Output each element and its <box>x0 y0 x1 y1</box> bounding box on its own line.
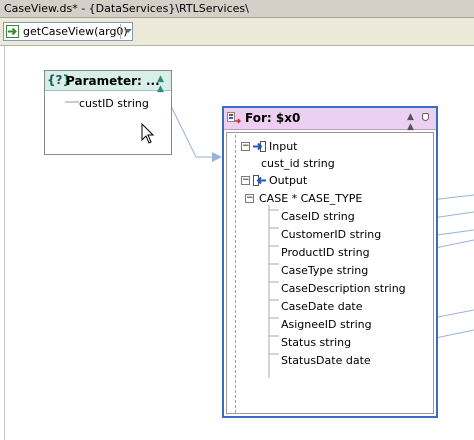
field-customerid[interactable]: CustomerID string <box>281 228 381 241</box>
field-asigneeid[interactable]: AsigneeID string <box>281 318 372 331</box>
input-arrow-icon <box>253 141 266 152</box>
case-tree-lines <box>268 205 279 378</box>
for-loop-icon <box>227 112 241 124</box>
tree-line <box>65 101 79 103</box>
output-label: Output <box>269 174 308 187</box>
collapse-chevron-icon[interactable]: ▲ ▲ <box>157 74 164 94</box>
link-arrow-icon <box>212 152 222 162</box>
input-expander[interactable]: − <box>241 142 250 151</box>
case-expander[interactable]: − <box>245 194 254 203</box>
field-productid[interactable]: ProductID string <box>281 246 370 259</box>
mouse-cursor-icon <box>141 123 155 144</box>
link-param-to-for <box>169 103 212 158</box>
input-label: Input <box>269 140 298 153</box>
pin-icon[interactable] <box>422 113 429 121</box>
for-title: For: $x0 <box>245 111 301 125</box>
field-caseid[interactable]: CaseID string <box>281 210 355 223</box>
input-item-cust-id[interactable]: cust_id string <box>261 157 335 170</box>
tree-guide-line <box>235 135 236 413</box>
parameter-item-custid[interactable]: custID string <box>79 97 149 110</box>
field-casedescription[interactable]: CaseDescription string <box>281 282 406 295</box>
field-casedate[interactable]: CaseDate date <box>281 300 363 313</box>
parameter-title: Parameter: ... <box>66 74 160 88</box>
parameter-header[interactable]: {?} Parameter: ... ▲ ▲ <box>45 71 171 94</box>
output-arrow-icon <box>253 175 266 186</box>
parameter-node[interactable]: {?} Parameter: ... ▲ ▲ custID string <box>44 70 172 155</box>
for-node[interactable]: For: $x0 ▲ ▲ − Input cust_id string − Out… <box>222 106 438 418</box>
field-casetype[interactable]: CaseType string <box>281 264 368 277</box>
collapse-chevron-icon[interactable]: ▲ ▲ <box>407 112 414 132</box>
field-statusdate[interactable]: StatusDate date <box>281 354 371 367</box>
field-status[interactable]: Status string <box>281 336 351 349</box>
for-header[interactable]: For: $x0 ▲ ▲ <box>224 108 436 132</box>
case-element-label[interactable]: CASE * CASE_TYPE <box>259 192 362 205</box>
for-body: − Input cust_id string − Output − CASE *… <box>226 132 434 414</box>
output-expander[interactable]: − <box>241 176 250 185</box>
